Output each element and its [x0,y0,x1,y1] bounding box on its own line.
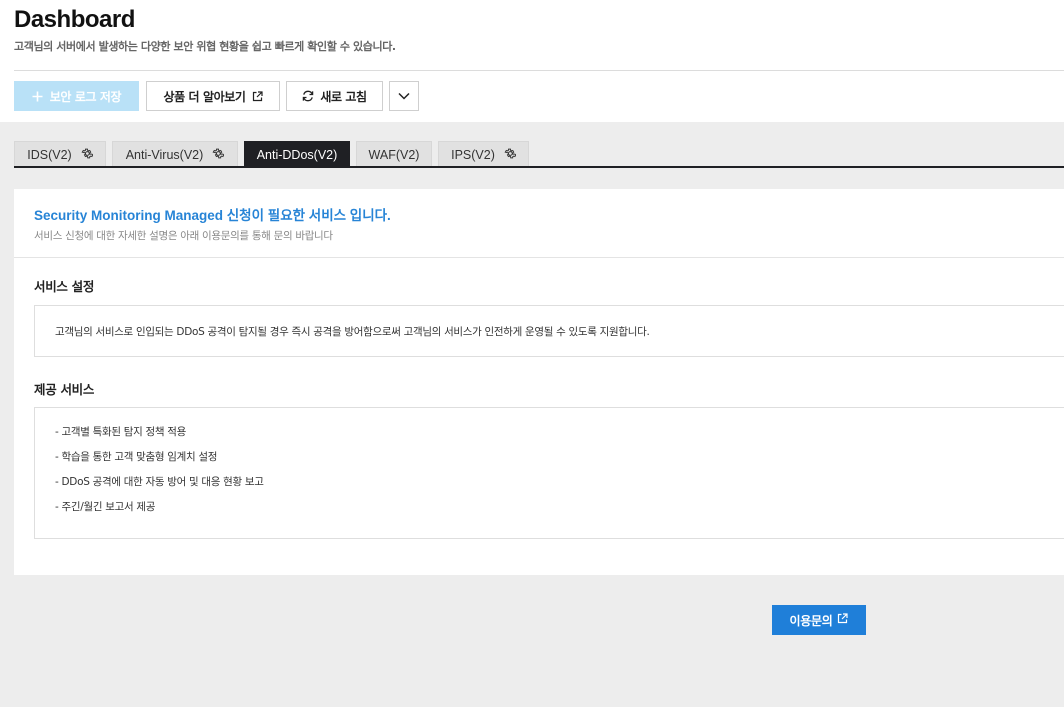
provided-services-box: - 고객별 특화된 탐지 정책 적용 - 학습을 통한 고객 맞춤형 임계치 설… [34,407,1064,539]
notice-title: Security Monitoring Managed 신청이 필요한 서비스 … [34,208,391,223]
tab-ids-label: IDS(V2) [27,147,72,162]
external-link-icon [252,90,263,102]
save-security-log-button[interactable]: 보안 로그 저장 [14,81,139,111]
refresh-icon [302,90,314,102]
inquiry-label: 이용문의 [789,613,833,628]
inquiry-button[interactable]: 이용문의 [772,605,866,635]
more-options-dropdown[interactable] [389,81,419,111]
panel-divider [14,257,1064,258]
list-item: - 고객별 특화된 탐지 정책 적용 [55,426,186,438]
tab-anti-virus-label: Anti-Virus(V2) [125,147,204,162]
tab-anti-virus[interactable]: Anti-Virus(V2) [112,141,238,167]
list-item: - 주긴/월긴 보고서 제공 [55,501,156,513]
gear-icon[interactable] [503,147,517,163]
chevron-down-icon [398,92,410,100]
external-link-icon [832,613,849,627]
gear-icon[interactable] [211,147,225,163]
refresh-label: 새로 고침 [320,89,367,104]
tab-anti-ddos[interactable]: Anti-DDos(V2) [244,141,350,167]
list-item: - 학습을 통한 고객 맞춤형 임계치 설정 [55,451,218,463]
refresh-button[interactable]: 새로 고침 [286,81,383,111]
tab-ids[interactable]: IDS(V2) [14,141,106,167]
learn-more-button[interactable]: 상품 더 알아보기 [146,81,280,111]
page-title: Dashboard [14,6,135,33]
content-panel: Security Monitoring Managed 신청이 필요한 서비스 … [14,189,1064,575]
page-subtitle: 고객님의 서버에서 발생하는 다양한 보안 위협 현황을 쉽고 빠르게 확인할 … [14,40,396,53]
gear-icon[interactable] [80,147,94,163]
list-item: - DDoS 공격에 대한 자동 방어 및 대응 현황 보고 [55,476,264,488]
notice-description: 서비스 신청에 대한 자세한 설명은 아래 이용문의를 통해 문의 바랍니다 [34,230,333,242]
provided-services-heading: 제공 서비스 [34,382,95,397]
plus-icon [32,91,43,102]
learn-more-label: 상품 더 알아보기 [163,89,246,104]
tab-ips[interactable]: IPS(V2) [438,141,529,167]
tab-waf-label: WAF(V2) [368,147,420,162]
provided-services-list: - 고객별 특화된 탐지 정책 적용 - 학습을 통한 고객 맞춤형 임계치 설… [55,420,1044,520]
header-divider [14,70,1064,71]
page-header: Dashboard 고객님의 서버에서 발생하는 다양한 보안 위협 현황을 쉽… [0,0,1064,122]
save-security-log-label: 보안 로그 저장 [49,89,122,104]
service-settings-heading: 서비스 설정 [34,279,95,294]
tab-underline [14,166,1064,168]
service-settings-text: 고객님의 서비스로 인입되는 DDoS 공격이 탐지될 경우 즉시 공격을 방어… [55,326,650,338]
tab-anti-ddos-label: Anti-DDos(V2) [256,147,338,162]
tab-waf[interactable]: WAF(V2) [356,141,432,167]
tab-ips-label: IPS(V2) [451,147,495,162]
service-settings-box: 고객님의 서비스로 인입되는 DDoS 공격이 탐지될 경우 즉시 공격을 방어… [34,305,1064,357]
